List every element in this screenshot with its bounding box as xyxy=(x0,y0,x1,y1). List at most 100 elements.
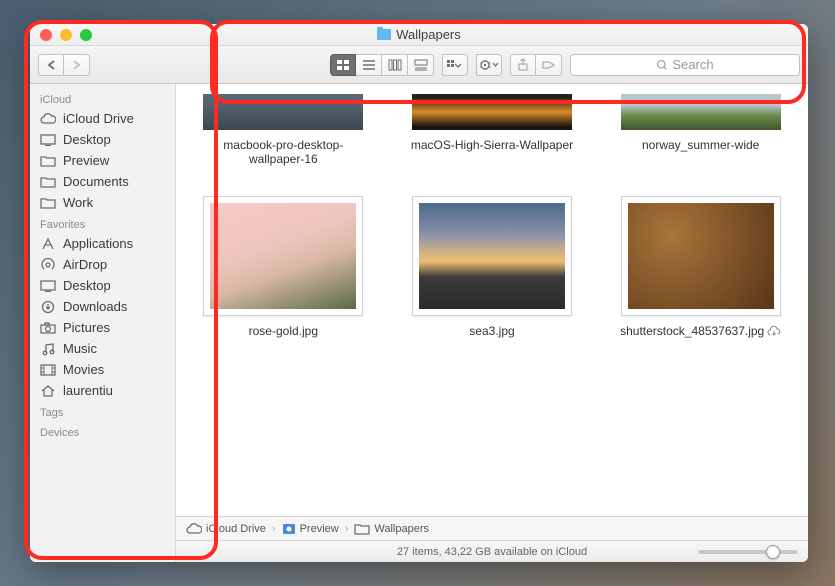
file-name: shutterstock_48537637.jpg xyxy=(620,324,781,338)
file-item[interactable]: rose-gold.jpg xyxy=(194,196,373,338)
icon-view-button[interactable] xyxy=(330,54,356,76)
camera-icon xyxy=(40,321,56,335)
file-name: macOS-High-Sierra-Wallpaper xyxy=(411,138,573,152)
folder-icon xyxy=(354,523,370,535)
download-icon xyxy=(40,300,56,314)
file-thumbnail xyxy=(203,196,363,316)
file-name: sea3.jpg xyxy=(469,324,514,338)
folder-icon xyxy=(40,154,56,168)
zoom-slider[interactable] xyxy=(698,550,798,554)
share-tag-group xyxy=(510,54,562,76)
column-view-button[interactable] xyxy=(382,54,408,76)
file-grid: macbook-pro-desktop-wallpaper-16 macOS-Hi… xyxy=(176,84,808,516)
sidebar-item[interactable]: Applications xyxy=(30,233,175,254)
coverflow-view-button[interactable] xyxy=(408,54,434,76)
sidebar-item[interactable]: Pictures xyxy=(30,317,175,338)
airdrop-icon xyxy=(40,258,56,272)
search-placeholder: Search xyxy=(672,57,713,72)
back-button[interactable] xyxy=(38,54,64,76)
sidebar-item[interactable]: laurentiu xyxy=(30,380,175,401)
movie-icon xyxy=(40,363,56,377)
sidebar-header: Favorites xyxy=(30,213,175,233)
share-button[interactable] xyxy=(510,54,536,76)
sidebar-item-label: Work xyxy=(63,195,93,210)
path-separator: › xyxy=(272,523,276,535)
folder-icon xyxy=(40,196,56,210)
path-label: iCloud Drive xyxy=(206,523,266,535)
status-bar: 27 items, 43,22 GB available on iCloud xyxy=(176,540,808,562)
sidebar-item-label: Desktop xyxy=(63,132,111,147)
titlebar[interactable]: Wallpapers xyxy=(30,24,808,46)
arrange-button[interactable] xyxy=(442,54,468,76)
file-name: rose-gold.jpg xyxy=(249,324,318,338)
sidebar-item-label: AirDrop xyxy=(63,257,107,272)
sidebar-item-label: Movies xyxy=(63,362,104,377)
sidebar-header: iCloud xyxy=(30,88,175,108)
file-thumbnail xyxy=(621,196,781,316)
list-view-button[interactable] xyxy=(356,54,382,76)
search-icon xyxy=(656,59,668,71)
desktop-icon xyxy=(40,133,56,147)
sidebar-item-label: Music xyxy=(63,341,97,356)
sidebar-item[interactable]: Movies xyxy=(30,359,175,380)
sidebar-item[interactable]: Music xyxy=(30,338,175,359)
file-item[interactable]: shutterstock_48537637.jpg xyxy=(611,196,790,338)
path-segment[interactable]: Preview xyxy=(282,523,339,535)
sidebar-item-label: laurentiu xyxy=(63,383,113,398)
sidebar-item-label: Desktop xyxy=(63,278,111,293)
view-buttons xyxy=(330,54,434,76)
file-item[interactable]: macbook-pro-desktop-wallpaper-16 xyxy=(194,94,373,166)
sidebar-header: Devices xyxy=(30,421,175,441)
path-segment[interactable]: Wallpapers xyxy=(354,523,429,535)
file-name: norway_summer-wide xyxy=(642,138,759,152)
sidebar-item[interactable]: Preview xyxy=(30,150,175,171)
sidebar-item-label: iCloud Drive xyxy=(63,111,134,126)
sidebar-item[interactable]: Documents xyxy=(30,171,175,192)
file-thumbnail xyxy=(621,94,781,130)
cloud-icon xyxy=(40,112,56,126)
search-input[interactable]: Search xyxy=(570,54,800,76)
sidebar-item-label: Applications xyxy=(63,236,133,251)
finder-window: Wallpapers Search iClou xyxy=(30,24,808,562)
file-item[interactable]: sea3.jpg xyxy=(403,196,582,338)
file-thumbnail xyxy=(203,94,363,130)
home-icon xyxy=(40,384,56,398)
path-bar[interactable]: iCloud Drive › Preview › Wallpapers xyxy=(176,516,808,540)
sidebar-item[interactable]: Work xyxy=(30,192,175,213)
forward-button[interactable] xyxy=(64,54,90,76)
path-separator: › xyxy=(345,523,349,535)
sidebar-item[interactable]: Downloads xyxy=(30,296,175,317)
window-title-text: Wallpapers xyxy=(396,27,461,42)
arrange-group xyxy=(442,54,468,76)
file-name: macbook-pro-desktop-wallpaper-16 xyxy=(198,138,368,166)
music-icon xyxy=(40,342,56,356)
desktop-icon xyxy=(40,279,56,293)
zoom-knob[interactable] xyxy=(766,545,780,559)
action-group xyxy=(476,54,502,76)
file-item[interactable]: macOS-High-Sierra-Wallpaper xyxy=(403,94,582,166)
path-label: Wallpapers xyxy=(374,523,429,535)
window-title: Wallpapers xyxy=(30,27,808,42)
sidebar-item-label: Downloads xyxy=(63,299,127,314)
sidebar-header: Tags xyxy=(30,401,175,421)
sidebar-item[interactable]: AirDrop xyxy=(30,254,175,275)
preview-app-icon xyxy=(282,523,296,535)
sidebar-item-label: Preview xyxy=(63,153,109,168)
sidebar: iCloud iCloud Drive Desktop Preview Document… xyxy=(30,84,176,562)
file-item[interactable]: norway_summer-wide xyxy=(611,94,790,166)
path-segment[interactable]: iCloud Drive xyxy=(186,523,266,535)
sidebar-item[interactable]: Desktop xyxy=(30,275,175,296)
status-text: 27 items, 43,22 GB available on iCloud xyxy=(397,546,587,558)
file-thumbnail xyxy=(412,196,572,316)
nav-buttons xyxy=(38,54,90,76)
sidebar-item[interactable]: Desktop xyxy=(30,129,175,150)
path-label: Preview xyxy=(300,523,339,535)
folder-icon xyxy=(377,29,391,40)
toolbar: Search xyxy=(30,46,808,84)
sidebar-item-label: Documents xyxy=(63,174,129,189)
sidebar-item-label: Pictures xyxy=(63,320,110,335)
cloud-download-icon xyxy=(767,326,781,337)
tag-button[interactable] xyxy=(536,54,562,76)
action-menu-button[interactable] xyxy=(476,54,502,76)
sidebar-item[interactable]: iCloud Drive xyxy=(30,108,175,129)
